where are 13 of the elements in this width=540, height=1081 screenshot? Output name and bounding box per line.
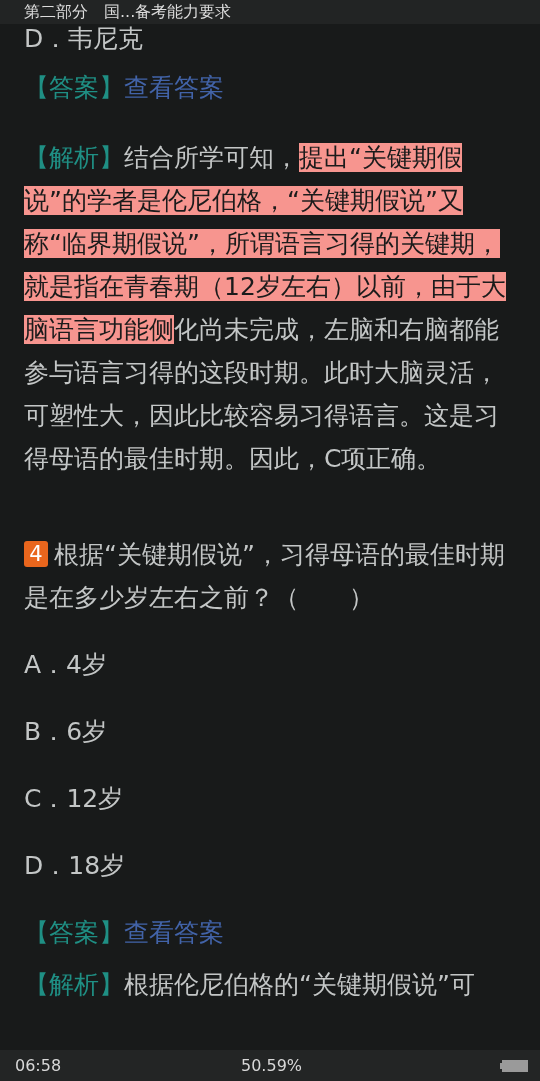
time-text: 06:58 — [15, 1056, 62, 1075]
option-text[interactable]: C．12岁 — [24, 777, 518, 820]
option-text[interactable]: D．18岁 — [24, 844, 518, 887]
chapter-title: 第二部分 国...备考能力要求 — [24, 2, 232, 22]
analysis-paragraph: 【解析】根据伦尼伯格的“关键期假说”可 — [24, 969, 476, 1001]
percent-text: 50.59% — [241, 1056, 302, 1075]
option-text[interactable]: A．4岁 — [24, 643, 518, 686]
answer-label: 【答案】 — [24, 72, 124, 104]
option-text[interactable]: B．6岁 — [24, 710, 518, 753]
battery-icon — [500, 1060, 528, 1072]
option-text: D．韦尼克 — [24, 24, 145, 54]
question-text: 4 根据“关键期假说”，习得母语的最佳时期是在多少岁左右之前？（ ） — [24, 539, 506, 614]
answer-label: 【答案】 — [24, 917, 124, 949]
